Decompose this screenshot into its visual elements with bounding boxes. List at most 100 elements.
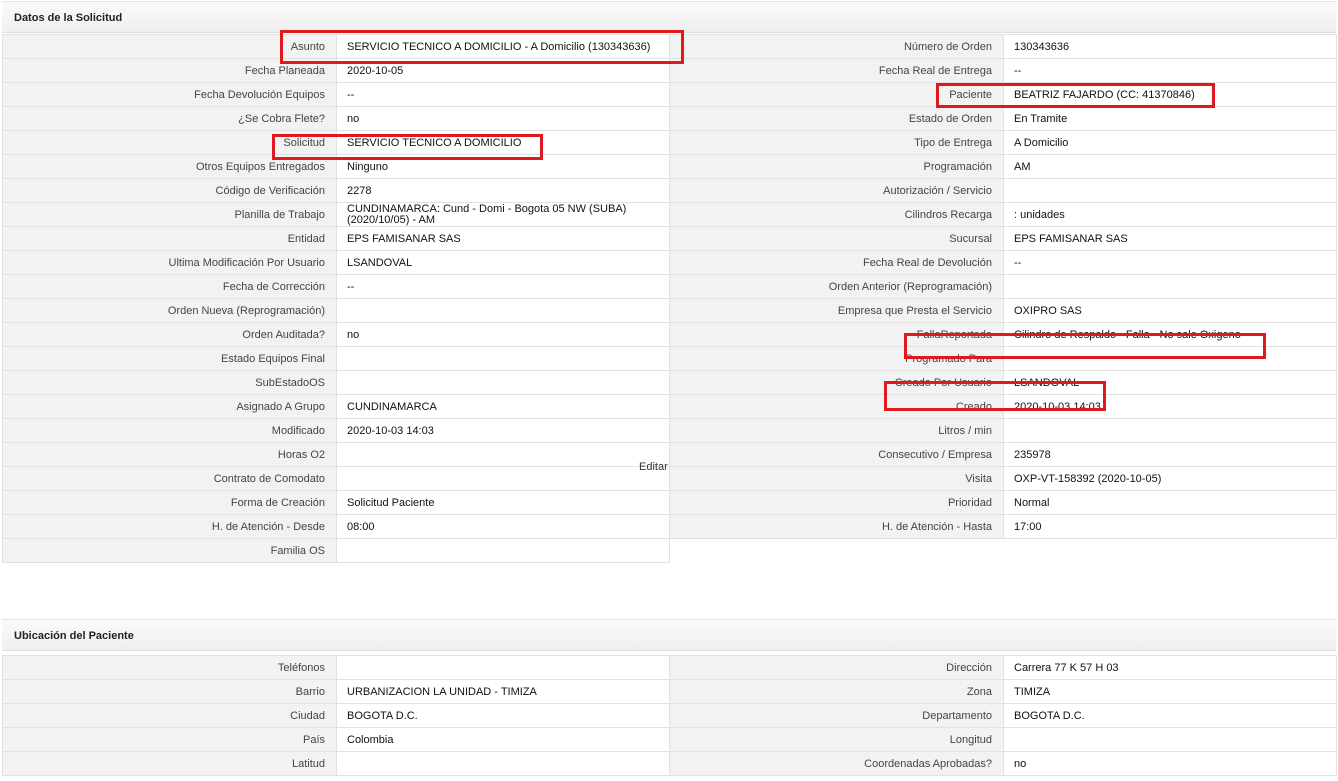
request-left-row: Fecha Devolución Equipos -- — [2, 82, 670, 107]
field-value: AM — [1003, 154, 1337, 179]
request-right-row: FallaReportada Cilindro de Respaldo - Fal… — [669, 322, 1337, 347]
field-label: Tipo de Entrega — [669, 130, 1004, 155]
location-right-row: Zona TIMIZA — [669, 679, 1337, 704]
field-label: Cilindros Recarga — [669, 202, 1004, 227]
field-label: Creado — [669, 394, 1004, 419]
field-label: Familia OS — [2, 538, 337, 563]
field-value — [1003, 346, 1337, 371]
field-value — [1003, 727, 1337, 752]
request-right-row: Creado Por Usuario LSANDOVAL — [669, 370, 1337, 395]
location-right-row: Longitud — [669, 727, 1337, 752]
request-left-row: Otros Equipos Entregados Ninguno — [2, 154, 670, 179]
field-value: Cilindro de Respaldo - Falla - No sale O… — [1003, 322, 1337, 347]
field-value — [336, 466, 670, 491]
field-value: BEATRIZ FAJARDO (CC: 41370846) — [1003, 82, 1337, 107]
field-value: : unidades — [1003, 202, 1337, 227]
field-value: 17:00 — [1003, 514, 1337, 539]
location-left-row: Barrio URBANIZACION LA UNIDAD - TIMIZA — [2, 679, 670, 704]
field-label: Orden Auditada? — [2, 322, 337, 347]
field-value: OXP-VT-158392 (2020-10-05) — [1003, 466, 1337, 491]
request-right-row: Visita OXP-VT-158392 (2020-10-05) — [669, 466, 1337, 491]
field-label: Paciente — [669, 82, 1004, 107]
request-right-row: Prioridad Normal — [669, 490, 1337, 515]
field-value: SERVICIO TECNICO A DOMICILIO - A Domicil… — [336, 34, 670, 59]
field-label: H. de Atención - Hasta — [669, 514, 1004, 539]
field-label: Latitud — [2, 751, 337, 776]
request-left-row: Familia OS — [2, 538, 670, 563]
field-label: Otros Equipos Entregados — [2, 154, 337, 179]
field-label: Dirección — [669, 655, 1004, 680]
field-value: no — [336, 322, 670, 347]
field-label: Contrato de Comodato — [2, 466, 337, 491]
request-left-row: Fecha de Corrección -- — [2, 274, 670, 299]
field-value: TIMIZA — [1003, 679, 1337, 704]
location-left-table: Teléfonos Barrio URBANIZACION LA UNIDAD - … — [2, 655, 670, 776]
field-value — [336, 370, 670, 395]
field-label: Fecha Devolución Equipos — [2, 82, 337, 107]
field-label: Código de Verificación — [2, 178, 337, 203]
request-right-row: Tipo de Entrega A Domicilio — [669, 130, 1337, 155]
field-value — [336, 346, 670, 371]
request-right-row: Consecutivo / Empresa 235978 — [669, 442, 1337, 467]
field-label: Litros / min — [669, 418, 1004, 443]
field-label: SubEstadoOS — [2, 370, 337, 395]
field-value: 2278 — [336, 178, 670, 203]
field-label: Programado Para — [669, 346, 1004, 371]
field-value: no — [1003, 751, 1337, 776]
location-section-title: Ubicación del Paciente — [14, 630, 134, 642]
field-label: Número de Orden — [669, 34, 1004, 59]
field-label: Ultima Modificación Por Usuario — [2, 250, 337, 275]
field-value: no — [336, 106, 670, 131]
field-value: URBANIZACION LA UNIDAD - TIMIZA — [336, 679, 670, 704]
field-value — [336, 751, 670, 776]
location-right-row: Departamento BOGOTA D.C. — [669, 703, 1337, 728]
field-label: Visita — [669, 466, 1004, 491]
field-label: Forma de Creación — [2, 490, 337, 515]
field-value: Carrera 77 K 57 H 03 — [1003, 655, 1337, 680]
field-value: -- — [336, 274, 670, 299]
field-label: Sucursal — [669, 226, 1004, 251]
location-left-row: Teléfonos — [2, 655, 670, 680]
field-label: Modificado — [2, 418, 337, 443]
field-label: Departamento — [669, 703, 1004, 728]
request-left-row: Solicitud SERVICIO TECNICO A DOMICILIO — [2, 130, 670, 155]
location-right-row: Coordenadas Aprobadas? no — [669, 751, 1337, 776]
field-label: Coordenadas Aprobadas? — [669, 751, 1004, 776]
field-value: Solicitud Paciente — [336, 490, 670, 515]
field-value: CUNDINAMARCA: Cund - Domi - Bogota 05 NW… — [336, 202, 670, 227]
request-right-row: Paciente BEATRIZ FAJARDO (CC: 41370846) — [669, 82, 1337, 107]
location-right-table: Dirección Carrera 77 K 57 H 03 Zona TIMIZA D… — [669, 655, 1337, 776]
field-value — [1003, 418, 1337, 443]
request-left-row: Contrato de Comodato — [2, 466, 670, 491]
field-label: Solicitud — [2, 130, 337, 155]
location-left-row: País Colombia — [2, 727, 670, 752]
request-right-row: Empresa que Presta el Servicio OXIPRO SAS — [669, 298, 1337, 323]
field-value: OXIPRO SAS — [1003, 298, 1337, 323]
field-label: Estado Equipos Final — [2, 346, 337, 371]
field-label: Teléfonos — [2, 655, 337, 680]
request-section-title: Datos de la Solicitud — [14, 12, 123, 24]
field-value: Normal — [1003, 490, 1337, 515]
edit-link[interactable]: Editar — [639, 461, 668, 473]
field-value: A Domicilio — [1003, 130, 1337, 155]
request-left-row: Asignado A Grupo CUNDINAMARCA — [2, 394, 670, 419]
request-right-row: Fecha Real de Entrega -- — [669, 58, 1337, 83]
field-value: SERVICIO TECNICO A DOMICILIO — [336, 130, 670, 155]
field-value: 235978 — [1003, 442, 1337, 467]
request-left-row: Fecha Planeada 2020-10-05 — [2, 58, 670, 83]
location-section-header: Ubicación del Paciente — [2, 619, 1336, 651]
field-value: -- — [336, 82, 670, 107]
request-right-row: Orden Anterior (Reprogramación) — [669, 274, 1337, 299]
field-label: Orden Nueva (Reprogramación) — [2, 298, 337, 323]
field-value: Ninguno — [336, 154, 670, 179]
field-label: Fecha Real de Entrega — [669, 58, 1004, 83]
field-value — [336, 442, 670, 467]
request-right-row: Estado de Orden En Tramite — [669, 106, 1337, 131]
request-right-row: Fecha Real de Devolución -- — [669, 250, 1337, 275]
request-left-row: Entidad EPS FAMISANAR SAS — [2, 226, 670, 251]
request-left-row: Orden Nueva (Reprogramación) — [2, 298, 670, 323]
field-label: Programación — [669, 154, 1004, 179]
field-value-text: CUNDINAMARCA: Cund - Domi - Bogota 05 NW… — [347, 202, 627, 226]
field-label: Empresa que Presta el Servicio — [669, 298, 1004, 323]
field-value: BOGOTA D.C. — [336, 703, 670, 728]
